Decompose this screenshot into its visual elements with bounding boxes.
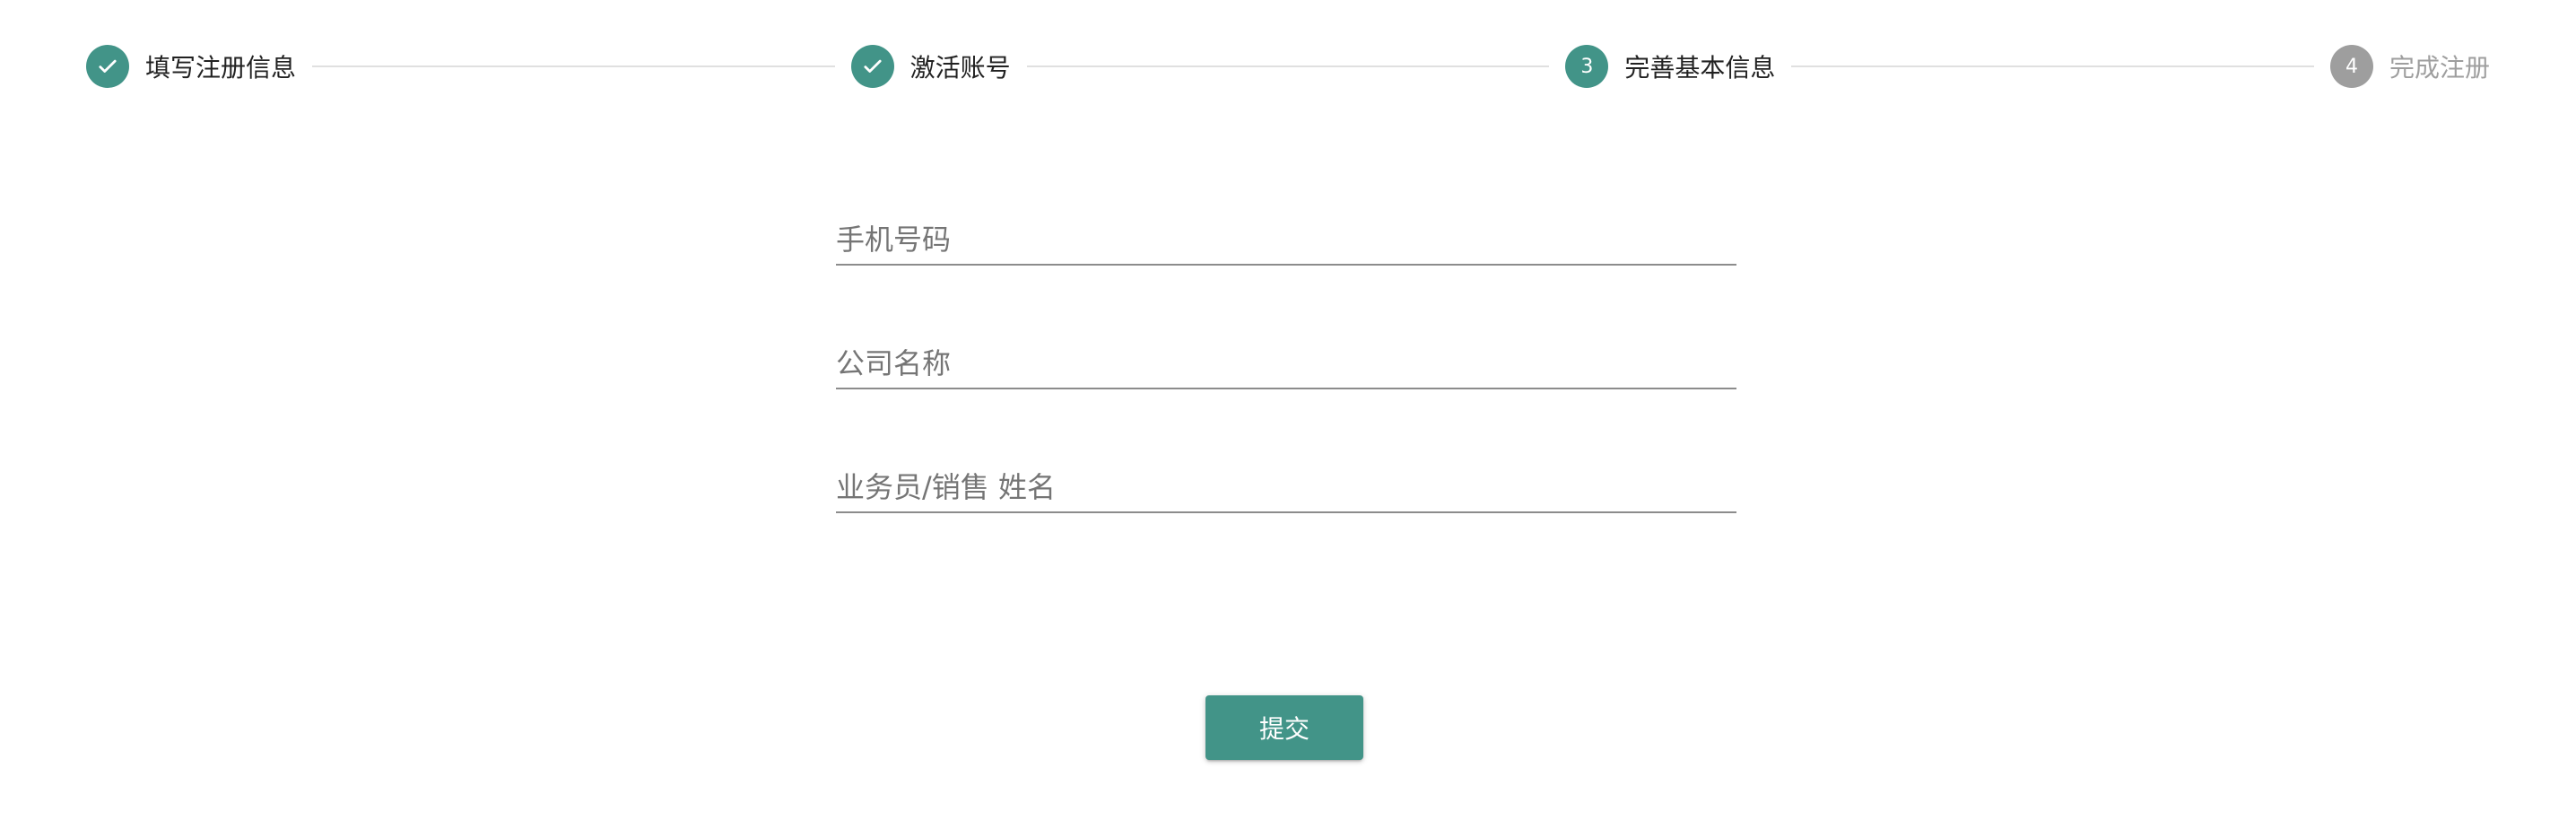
step-4-indicator: 4 — [2329, 45, 2373, 88]
step-connector — [312, 65, 835, 67]
company-name-input[interactable] — [836, 346, 1736, 380]
registration-stepper: 填写注册信息 激活账号 3 完善基本信息 4 完成注册 — [86, 43, 2490, 90]
step-fill-registration-info: 填写注册信息 — [86, 45, 296, 88]
salesperson-field — [836, 436, 1736, 513]
step-connector — [1791, 65, 2314, 67]
step-2-indicator — [850, 45, 894, 88]
step-1-indicator — [86, 45, 129, 88]
step-1-label: 填写注册信息 — [145, 53, 297, 83]
check-icon — [99, 59, 117, 73]
company-field — [836, 312, 1736, 389]
step-4-label: 完成注册 — [2389, 53, 2490, 83]
check-icon — [864, 59, 882, 73]
step-complete-basic-info: 3 完善基本信息 — [1565, 45, 1775, 88]
step-3-indicator: 3 — [1565, 45, 1609, 88]
phone-field — [836, 188, 1736, 266]
step-connector — [1026, 65, 1550, 67]
submit-button[interactable]: 提交 — [1205, 695, 1363, 760]
step-finish-registration: 4 完成注册 — [2329, 45, 2490, 88]
step-2-label: 激活账号 — [909, 53, 1011, 83]
phone-input[interactable] — [836, 223, 1736, 257]
basic-info-form — [836, 188, 1736, 560]
step-activate-account: 激活账号 — [850, 45, 1011, 88]
step-3-number: 3 — [1580, 55, 1594, 78]
salesperson-name-input[interactable] — [836, 470, 1736, 504]
step-4-number: 4 — [2345, 55, 2358, 78]
step-3-label: 完善基本信息 — [1624, 53, 1776, 83]
